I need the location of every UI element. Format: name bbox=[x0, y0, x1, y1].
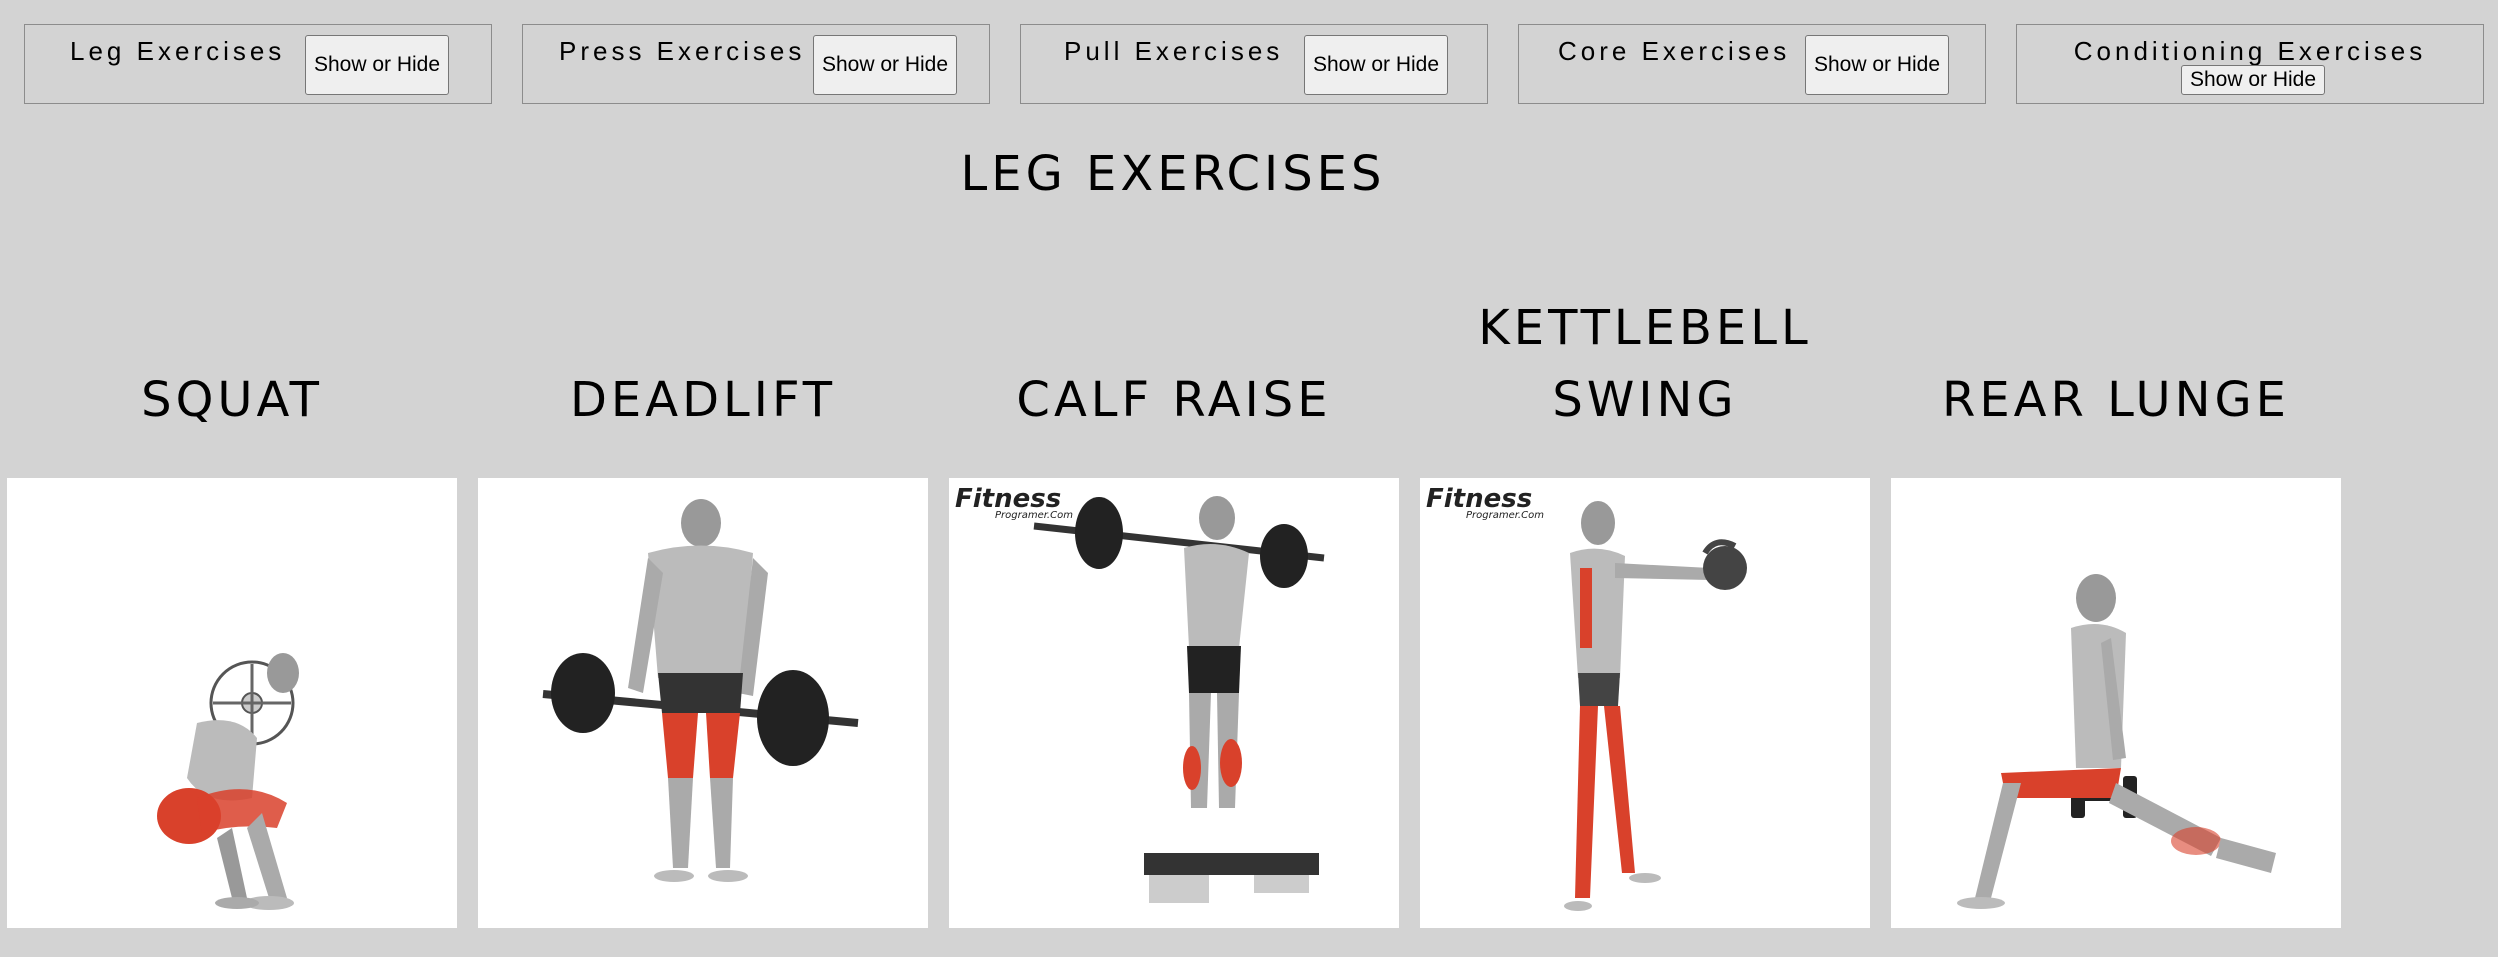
nav-title-leg: Leg Exercises bbox=[70, 36, 286, 66]
exercise-name: SQUAT bbox=[141, 372, 323, 428]
exercise-name-line2: SWING bbox=[1552, 372, 1738, 428]
nav-box-press: Press Exercises Show or Hide bbox=[522, 24, 990, 104]
kettlebell-swing-figure-icon bbox=[1564, 501, 1747, 911]
squat-figure-icon bbox=[157, 653, 299, 910]
toggle-leg-button[interactable]: Show or Hide bbox=[305, 35, 449, 95]
nav-box-pull: Pull Exercises Show or Hide bbox=[1020, 24, 1488, 104]
toggle-conditioning-button[interactable]: Show or Hide bbox=[2181, 65, 2325, 95]
rear-lunge-figure-icon bbox=[1957, 574, 2276, 909]
toggle-pull-button[interactable]: Show or Hide bbox=[1304, 35, 1448, 95]
exercise-name-line1: KETTLEBELL bbox=[1478, 300, 1812, 356]
exercise-name: DEADLIFT bbox=[569, 372, 837, 428]
nav-title-pull: Pull Exercises bbox=[1064, 36, 1284, 66]
exercise-image-squat bbox=[7, 478, 457, 928]
exercise-name: REAR LUNGE bbox=[1941, 372, 2291, 428]
section-title: LEG EXERCISES bbox=[960, 146, 1386, 202]
toggle-press-button[interactable]: Show or Hide bbox=[813, 35, 957, 95]
nav-title-press: Press Exercises bbox=[559, 36, 806, 66]
nav-box-conditioning: Conditioning Exercises Show or Hide bbox=[2016, 24, 2484, 104]
exercise-category-nav: Leg Exercises Show or Hide Press Exercis… bbox=[24, 24, 2484, 104]
deadlift-figure-icon bbox=[542, 499, 859, 882]
exercise-image-calf-raise: Fitness Programer.Com bbox=[949, 478, 1399, 928]
nav-title-conditioning: Conditioning Exercises bbox=[2073, 36, 2427, 66]
nav-box-leg: Leg Exercises Show or Hide bbox=[24, 24, 492, 104]
exercise-image-kettlebell-swing: Fitness Programer.Com bbox=[1420, 478, 1870, 928]
fitness-watermark: Fitness Programer.Com bbox=[955, 484, 1073, 521]
toggle-core-button[interactable]: Show or Hide bbox=[1805, 35, 1949, 95]
exercise-image-rear-lunge bbox=[1891, 478, 2341, 928]
exercise-name: CALF RAISE bbox=[1016, 372, 1332, 428]
calf-raise-figure-icon bbox=[1033, 496, 1325, 903]
nav-title-core: Core Exercises bbox=[1558, 36, 1791, 66]
nav-box-core: Core Exercises Show or Hide bbox=[1518, 24, 1986, 104]
exercise-image-deadlift bbox=[478, 478, 928, 928]
fitness-watermark: Fitness Programer.Com bbox=[1426, 484, 1544, 521]
